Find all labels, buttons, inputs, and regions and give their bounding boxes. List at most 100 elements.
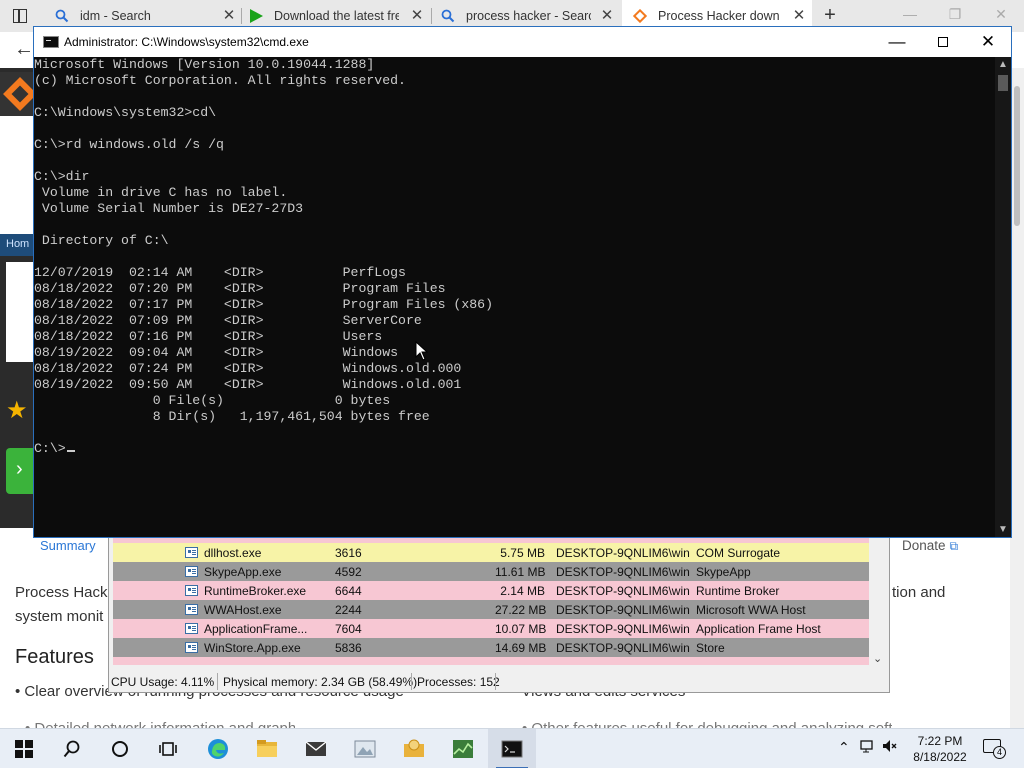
system-clock[interactable]: 7:22 PM 8/18/2022 [900,733,980,765]
file-explorer-icon [257,740,277,757]
maximize-button[interactable] [920,27,966,57]
chevron-up-icon[interactable]: ⌃ [838,739,850,756]
process-hacker-icon [453,740,473,758]
console-line: 08/19/2022 09:04 AM <DIR> Windows [34,345,399,360]
process-window-icon [185,566,198,577]
scroll-down-icon[interactable]: ▼ [998,524,1008,535]
tab-divider [241,8,242,24]
browser-restore-icon[interactable]: ❐ [945,6,965,23]
folder-app-button[interactable] [390,729,438,768]
notification-count: 4 [993,746,1006,759]
mail-button[interactable] [292,729,340,768]
network-icon[interactable] [860,739,876,756]
donate-link[interactable]: Donate ⧉ [902,538,958,554]
command-prompt[interactable]: C:\> [34,441,994,457]
search-icon [54,8,70,24]
volume-muted-icon[interactable] [882,739,898,756]
table-row[interactable]: WWAHost.exe 2244 27.22 MB DESKTOP-9QNLIM… [113,600,869,619]
cortana-icon [112,741,128,757]
scrollbar-thumb[interactable] [1014,86,1020,226]
process-list[interactable]: dllhost.exe 3616 5.75 MB DESKTOP-9QNLIM6… [113,535,869,665]
edge-taskbar-button[interactable] [194,729,242,768]
donate-label: Donate [902,538,946,553]
process-pid: 2244 [335,603,362,617]
new-tab-icon[interactable]: + [820,4,840,27]
page-white-panel [0,116,36,234]
folder-app-icon [404,739,424,757]
process-user: DESKTOP-9QNLIM6\win [556,641,690,655]
task-view-button[interactable] [144,729,192,768]
console-line: 0 File(s) 0 bytes [34,393,391,408]
start-button[interactable] [0,729,48,768]
console-line: Directory of C:\ [34,233,169,248]
table-row[interactable]: SkypeApp.exe 4592 11.61 MB DESKTOP-9QNLI… [113,562,869,581]
process-hacker-site-logo[interactable] [0,72,37,116]
tab-actions-icon[interactable] [10,6,30,26]
console-line: Volume Serial Number is DE27-27D3 [34,201,304,216]
page-white-panel [6,262,36,362]
chevron-right-icon: › [16,458,23,480]
start-icon [15,740,33,758]
cortana-button[interactable] [96,729,144,768]
console-output[interactable]: Microsoft Windows [Version 10.0.19044.12… [34,57,994,537]
console-line: 08/18/2022 07:16 PM <DIR> Users [34,329,383,344]
image-viewer-button[interactable] [341,729,389,768]
physical-memory: Physical memory: 2.34 GB (58.49%) [223,675,418,689]
browser-scrollbar[interactable] [1010,68,1024,728]
process-list-scrollbar[interactable]: ⌄ [869,535,887,665]
process-description: Microsoft WWA Host [696,603,806,617]
process-user: DESKTOP-9QNLIM6\win [556,546,690,560]
download-button[interactable]: › [6,448,36,494]
scroll-down-icon[interactable]: ⌄ [873,652,882,665]
cmd-window-title: Administrator: C:\Windows\system32\cmd.e… [64,35,309,49]
file-explorer-button[interactable] [243,729,291,768]
intro-text-line2: system monit [15,608,104,625]
table-row[interactable]: dllhost.exe 3616 5.75 MB DESKTOP-9QNLIM6… [113,543,869,562]
cmd-taskbar-button[interactable] [488,729,536,768]
process-window-icon [185,585,198,596]
site-nav-home[interactable]: Hom [0,234,36,256]
close-tab-icon[interactable]: ✕ [410,8,424,24]
process-name: ApplicationFrame... [204,622,308,636]
tab-title: idm - Search [80,9,151,23]
task-view-icon [159,742,177,756]
mouse-pointer-icon [415,341,429,361]
process-memory: 10.07 MB [495,622,547,636]
cmd-title-bar[interactable]: Administrator: C:\Windows\system32\cmd.e… [34,27,1011,57]
process-pid: 7604 [335,622,362,636]
table-row[interactable]: WinStore.App.exe 5836 14.69 MB DESKTOP-9… [113,638,869,657]
browser-minimize-icon[interactable]: — [900,6,920,22]
close-icon: ✕ [980,32,996,51]
console-line: C:\>dir [34,169,90,184]
scrollbar-thumb[interactable] [998,75,1008,91]
process-hacker-taskbar-button[interactable] [439,729,487,768]
process-name: dllhost.exe [204,546,262,560]
status-bar: CPU Usage: 4.11% Physical memory: 2.34 G… [109,672,889,692]
minimize-button[interactable]: — [874,27,920,57]
cmd-scrollbar[interactable]: ▲ ▼ [995,57,1011,537]
table-row[interactable]: ApplicationFrame... 7604 10.07 MB DESKTO… [113,619,869,638]
close-button[interactable]: ✕ [965,27,1011,57]
summary-link[interactable]: Summary [40,538,96,553]
close-tab-icon[interactable]: ✕ [222,8,236,24]
scroll-up-icon[interactable]: ▲ [998,59,1008,70]
console-line: 08/18/2022 07:17 PM <DIR> Program Files … [34,297,493,312]
taskbar-search-button[interactable] [48,729,96,768]
table-row[interactable]: RuntimeBroker.exe 6644 2.14 MB DESKTOP-9… [113,581,869,600]
action-center-button[interactable]: 4 [983,739,1006,759]
close-tab-icon[interactable]: ✕ [600,8,614,24]
intro-text: Process Hack [15,584,108,601]
table-row[interactable] [113,657,869,665]
process-memory: 11.61 MB [495,565,546,579]
console-line: 08/19/2022 09:50 AM <DIR> Windows.old.00… [34,377,462,392]
close-tab-icon[interactable]: ✕ [792,8,806,24]
browser-close-icon[interactable]: ✕ [991,6,1011,23]
console-line: C:\Windows\system32>cd\ [34,105,217,120]
play-icon [248,8,264,24]
back-arrow-icon[interactable]: ← [14,38,34,61]
process-description: Application Frame Host [696,622,821,636]
console-line: 8 Dir(s) 1,197,461,504 bytes free [34,409,430,424]
intro-text-right: tion and [892,584,946,601]
